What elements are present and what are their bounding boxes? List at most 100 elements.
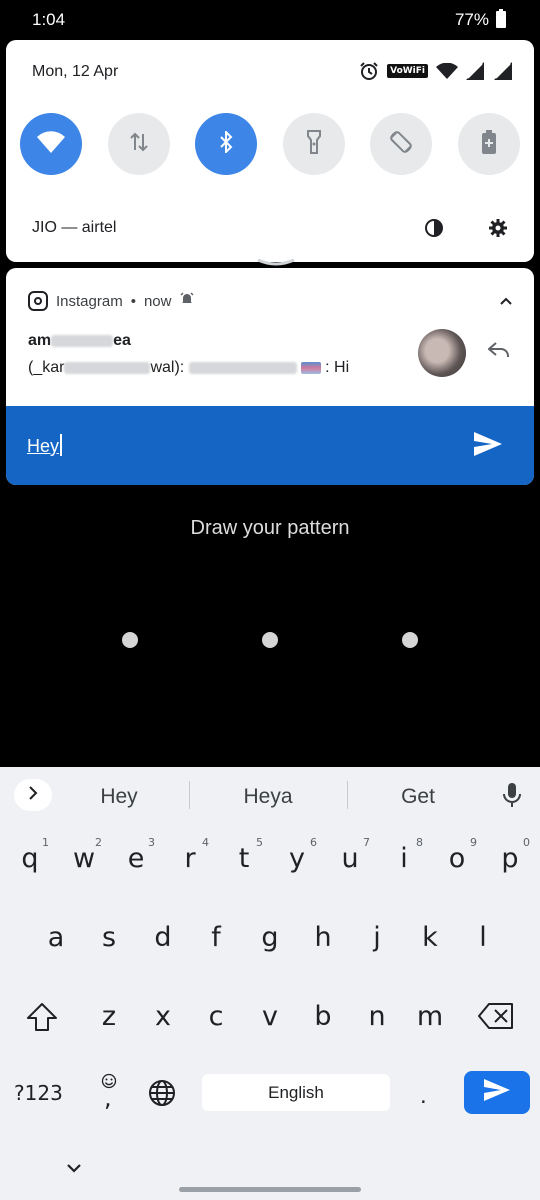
qs-status-icons: VoWiFi <box>359 60 514 82</box>
chevron-right-icon <box>28 785 38 805</box>
bluetooth-icon <box>218 129 234 158</box>
bluetooth-tile[interactable] <box>195 113 258 175</box>
period-key[interactable]: . <box>420 1082 427 1110</box>
key-hint-1: 1 <box>42 836 49 849</box>
backspace-icon[interactable] <box>478 1002 514 1035</box>
reply-input[interactable]: Hey <box>27 434 63 457</box>
symbols-key[interactable]: ?123 <box>14 1081 63 1105</box>
alert-bell-icon <box>179 292 194 310</box>
key-n[interactable]: n <box>351 1001 403 1032</box>
qs-date: Mon, 12 Apr <box>32 63 119 80</box>
pattern-dot[interactable] <box>262 632 278 648</box>
flashlight-tile[interactable] <box>282 113 345 175</box>
carrier-label: JIO — airtel <box>32 219 117 236</box>
vowifi-badge: VoWiFi <box>387 64 428 78</box>
space-bar[interactable]: English <box>202 1074 390 1111</box>
globe-icon[interactable] <box>147 1078 177 1113</box>
key-k[interactable]: k <box>404 922 456 953</box>
notification-header: Instagram • now <box>28 291 194 311</box>
key-w[interactable]: w <box>58 843 110 874</box>
shift-icon[interactable] <box>26 1002 58 1037</box>
key-d[interactable]: d <box>137 922 189 953</box>
reply-text: Hey <box>27 436 60 456</box>
suggestion-1[interactable]: Hey <box>59 785 179 809</box>
data-saver-icon[interactable] <box>424 218 444 243</box>
hide-keyboard-chevron-icon[interactable] <box>66 1160 82 1178</box>
alarm-icon <box>359 61 379 81</box>
auto-rotate-tile[interactable] <box>370 113 433 175</box>
instagram-notification[interactable]: Instagram • now am ea (_kar wal): : Hi Hey <box>6 268 534 485</box>
flashlight-icon <box>306 129 321 159</box>
key-g[interactable]: g <box>244 922 296 953</box>
sender-avatar <box>418 329 466 377</box>
key-h[interactable]: h <box>297 922 349 953</box>
key-m[interactable]: m <box>404 1001 456 1032</box>
key-c[interactable]: c <box>190 1001 242 1032</box>
key-hint-6: 6 <box>310 836 317 849</box>
gesture-nav-pill[interactable] <box>179 1187 361 1192</box>
text-cursor <box>60 434 63 456</box>
send-icon[interactable] <box>474 432 502 461</box>
wifi-signal-icon <box>436 63 458 79</box>
wifi-tile[interactable] <box>20 113 82 175</box>
pattern-prompt: Draw your pattern <box>190 517 350 539</box>
status-bar: 1:04 77% <box>0 0 540 40</box>
body-end: Hi <box>334 359 350 376</box>
battery-percentage: 77% <box>454 10 489 29</box>
key-v[interactable]: v <box>244 1001 296 1032</box>
space-bar-label: English <box>268 1082 324 1102</box>
key-hint-8: 8 <box>416 836 423 849</box>
notification-body: (_kar wal): : Hi <box>28 359 349 377</box>
key-f[interactable]: f <box>190 922 242 953</box>
key-hint-9: 9 <box>470 836 477 849</box>
body-start: (_kar <box>28 359 65 376</box>
key-x[interactable]: x <box>137 1001 189 1032</box>
notification-app-name: Instagram <box>56 292 123 310</box>
mobile-data-tile[interactable] <box>107 113 170 175</box>
blurred-text <box>64 361 151 374</box>
notification-title: am ea <box>28 332 131 350</box>
qs-drag-handle[interactable] <box>256 257 296 267</box>
title-start: am <box>28 332 52 349</box>
key-b[interactable]: b <box>297 1001 349 1032</box>
pattern-dot[interactable] <box>402 632 418 648</box>
instagram-icon <box>28 291 48 311</box>
signal-icon-sim2 <box>494 62 514 80</box>
battery-saver-tile[interactable] <box>457 113 520 175</box>
key-s[interactable]: s <box>83 922 135 953</box>
status-time: 1:04 <box>32 10 66 29</box>
blurred-text <box>188 361 297 374</box>
key-hint-4: 4 <box>202 836 209 849</box>
key-hint-2: 2 <box>95 836 102 849</box>
suggestion-divider <box>347 781 348 809</box>
suggestion-bar: Hey Heya Get <box>0 767 540 824</box>
inline-reply-bar: Hey <box>6 406 534 485</box>
microphone-icon[interactable] <box>502 782 522 813</box>
battery-saver-icon <box>481 129 496 159</box>
key-hint-5: 5 <box>256 836 263 849</box>
signal-icon-sim1 <box>466 62 486 80</box>
comma-key[interactable]: , <box>104 1084 112 1112</box>
settings-gear-icon[interactable] <box>488 218 508 243</box>
reply-arrow-icon[interactable] <box>487 342 510 363</box>
send-arrow-icon <box>484 1079 510 1106</box>
collapse-chevron-icon[interactable] <box>500 292 512 310</box>
quick-settings-panel: Mon, 12 Apr VoWiFi JIO — airtel <box>6 40 534 262</box>
enter-send-button[interactable] <box>464 1071 530 1114</box>
key-hint-7: 7 <box>363 836 370 849</box>
key-a[interactable]: a <box>30 922 82 953</box>
wifi-icon <box>37 130 65 158</box>
key-z[interactable]: z <box>83 1001 135 1032</box>
suggestion-3[interactable]: Get <box>358 785 478 809</box>
qs-tiles <box>20 113 520 175</box>
pattern-dot[interactable] <box>122 632 138 648</box>
battery-icon <box>496 9 506 28</box>
colon: : <box>325 359 335 376</box>
suggestion-2[interactable]: Heya <box>208 785 328 809</box>
qs-footer-icons <box>424 218 508 243</box>
mobile-data-icon <box>128 131 150 158</box>
expand-toolbar-button[interactable] <box>14 779 52 811</box>
suggestion-divider <box>189 781 190 809</box>
key-l[interactable]: l <box>457 922 509 953</box>
key-j[interactable]: j <box>351 922 403 953</box>
